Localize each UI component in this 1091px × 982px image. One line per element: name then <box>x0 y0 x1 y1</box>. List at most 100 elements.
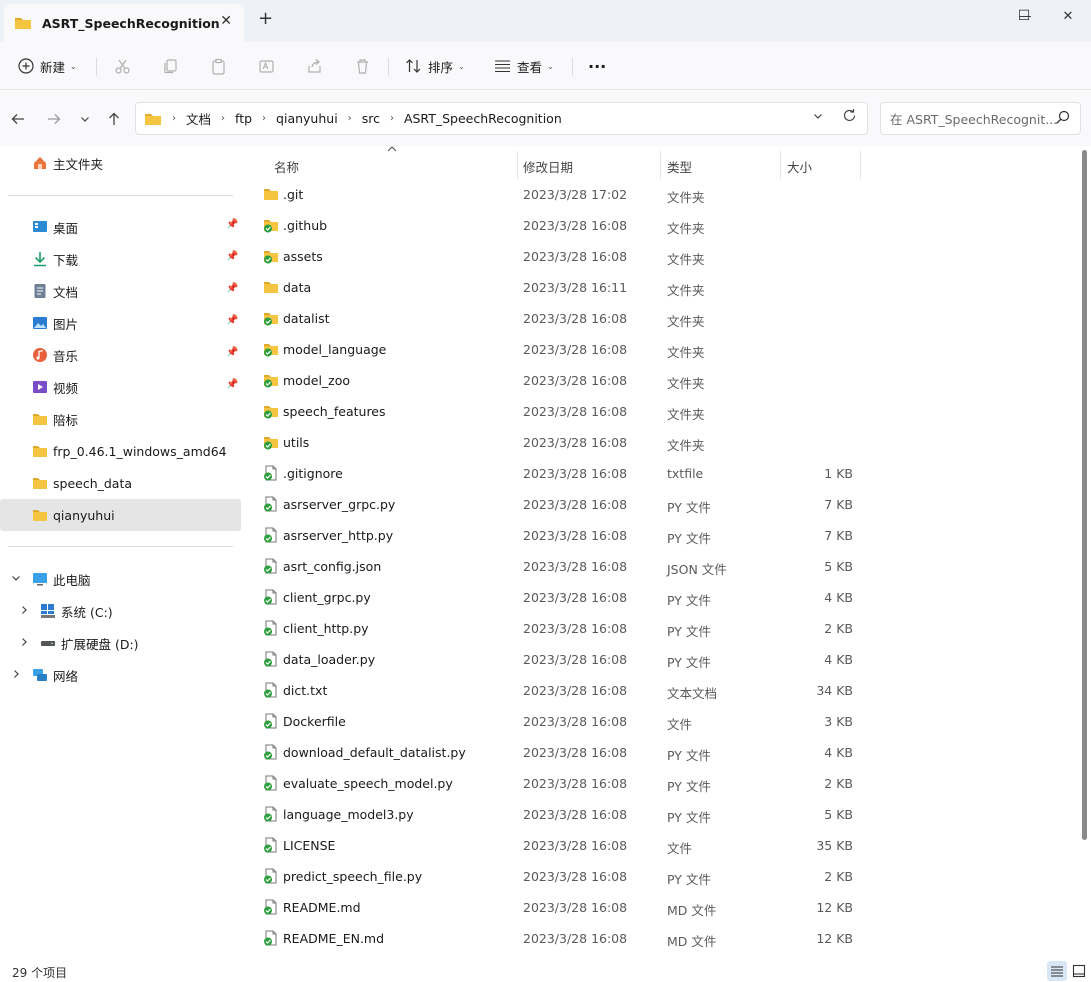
file-type: PY 文件 <box>667 810 711 825</box>
forward-button[interactable] <box>43 108 65 130</box>
chevron-down-icon[interactable] <box>11 573 21 586</box>
table-row[interactable]: README_EN.md 2023/3/28 16:08 MD 文件 12 KB <box>244 923 864 954</box>
column-header-date[interactable]: 修改日期 <box>523 151 573 181</box>
file-type: MD 文件 <box>667 934 717 949</box>
breadcrumb-documents[interactable]: 文档 <box>186 109 211 128</box>
table-row[interactable]: model_zoo 2023/3/28 16:08 文件夹 <box>244 365 864 396</box>
chevron-right-icon[interactable] <box>11 669 21 682</box>
table-row[interactable]: .github 2023/3/28 16:08 文件夹 <box>244 210 864 241</box>
table-row[interactable]: speech_features 2023/3/28 16:08 文件夹 <box>244 396 864 427</box>
table-row[interactable]: dict.txt 2023/3/28 16:08 文本文档 34 KB <box>244 675 864 706</box>
file-date: 2023/3/28 16:08 <box>523 311 628 326</box>
sidebar-item-folder-selected[interactable]: qianyuhui <box>0 499 241 531</box>
sidebar-item-drive-c[interactable]: 系统 (C:) <box>0 595 241 627</box>
table-row[interactable]: README.md 2023/3/28 16:08 MD 文件 12 KB <box>244 892 864 923</box>
table-row[interactable]: data_loader.py 2023/3/28 16:08 PY 文件 4 KB <box>244 644 864 675</box>
sidebar-item-folder[interactable]: frp_0.46.1_windows_amd64 <box>0 435 241 467</box>
rename-button[interactable] <box>258 52 275 80</box>
table-row[interactable]: LICENSE 2023/3/28 16:08 文件 35 KB <box>244 830 864 861</box>
table-row[interactable]: client_grpc.py 2023/3/28 16:08 PY 文件 4 KB <box>244 582 864 613</box>
more-options-button[interactable]: ··· <box>588 52 606 80</box>
breadcrumb-current[interactable]: ASRT_SpeechRecognition <box>404 111 562 126</box>
sort-button[interactable]: 排序 ⌄ <box>405 52 465 80</box>
sidebar-item-desktop[interactable]: 桌面 📌 <box>0 211 241 243</box>
sidebar-item-this-pc[interactable]: 此电脑 <box>0 563 241 595</box>
table-row[interactable]: language_model3.py 2023/3/28 16:08 PY 文件 5 … <box>244 799 864 830</box>
sidebar-item-label: qianyuhui <box>53 507 115 523</box>
file-size: 5 KB <box>824 807 853 822</box>
new-tab-button[interactable]: + <box>258 8 273 29</box>
breadcrumb-qianyuhui[interactable]: qianyuhui <box>276 111 338 126</box>
column-divider[interactable] <box>860 151 861 179</box>
column-header-type[interactable]: 类型 <box>667 151 692 181</box>
file-name: README.md <box>283 900 361 915</box>
sidebar-item-label: 音乐 <box>53 348 79 364</box>
file-type: 文件夹 <box>667 345 705 360</box>
copy-button[interactable] <box>162 52 179 80</box>
cut-button[interactable] <box>114 52 131 80</box>
recent-locations-button[interactable] <box>74 108 96 130</box>
table-row[interactable]: asrserver_http.py 2023/3/28 16:08 PY 文件 7 K… <box>244 520 864 551</box>
sidebar-item-folder[interactable]: 陪标 <box>0 403 241 435</box>
sidebar-item-home[interactable]: 主文件夹 <box>0 147 241 179</box>
sidebar-item-network[interactable]: 网络 <box>0 659 241 691</box>
table-row[interactable]: asrt_config.json 2023/3/28 16:08 JSON 文件 5 … <box>244 551 864 582</box>
address-bar[interactable]: › 文档 › ftp › qianyuhui › src › ASRT_Spee… <box>135 102 868 135</box>
sidebar-item-folder[interactable]: speech_data <box>0 467 241 499</box>
table-row[interactable]: download_default_datalist.py 2023/3/28 16… <box>244 737 864 768</box>
column-header-name[interactable]: 名称 <box>274 151 299 181</box>
column-divider[interactable] <box>517 151 518 179</box>
details-view-button[interactable] <box>1047 961 1067 981</box>
sidebar-item-drive-d[interactable]: 扩展硬盘 (D:) <box>0 627 241 659</box>
sidebar-item-documents[interactable]: 文档 📌 <box>0 275 241 307</box>
file-date: 2023/3/28 16:08 <box>523 714 628 729</box>
sidebar-item-videos[interactable]: 视频 📌 <box>0 371 241 403</box>
delete-button[interactable] <box>354 52 371 80</box>
table-row[interactable]: asrserver_grpc.py 2023/3/28 16:08 PY 文件 7 K… <box>244 489 864 520</box>
close-tab-icon[interactable]: ✕ <box>220 13 232 29</box>
table-row[interactable]: data 2023/3/28 16:11 文件夹 <box>244 272 864 303</box>
table-row[interactable]: utils 2023/3/28 16:08 文件夹 <box>244 427 864 458</box>
file-type: PY 文件 <box>667 531 711 546</box>
column-divider[interactable] <box>780 151 781 179</box>
search-input[interactable]: 在 ASRT_SpeechRecognit... <box>880 102 1081 135</box>
breadcrumb-ftp[interactable]: ftp <box>235 111 252 126</box>
navigation-row: › 文档 › ftp › qianyuhui › src › ASRT_Spee… <box>0 91 1091 146</box>
table-row[interactable]: .gitignore 2023/3/28 16:08 txtfile 1 KB <box>244 458 864 489</box>
address-dropdown-icon[interactable] <box>813 111 823 124</box>
close-window-button[interactable]: ✕ <box>1045 0 1091 32</box>
arrow-left-icon <box>11 114 24 124</box>
view-button[interactable]: 查看 ⌄ <box>494 52 554 80</box>
tiles-view-button[interactable] <box>1069 961 1089 981</box>
breadcrumb-src[interactable]: src <box>362 111 380 126</box>
table-row[interactable]: client_http.py 2023/3/28 16:08 PY 文件 2 KB <box>244 613 864 644</box>
table-row[interactable]: evaluate_speech_model.py 2023/3/28 16:08 P… <box>244 768 864 799</box>
sidebar-item-music[interactable]: 音乐 📌 <box>0 339 241 371</box>
table-row[interactable]: assets 2023/3/28 16:08 文件夹 <box>244 241 864 272</box>
share-button[interactable] <box>306 52 323 80</box>
pin-icon: 📌 <box>226 219 239 230</box>
tab-asrt[interactable]: ASRT_SpeechRecognition ✕ <box>4 4 244 42</box>
chevron-right-icon[interactable] <box>19 605 29 618</box>
table-row[interactable]: datalist 2023/3/28 16:08 文件夹 <box>244 303 864 334</box>
pin-icon: 📌 <box>226 251 239 262</box>
column-divider[interactable] <box>660 151 661 179</box>
maximize-button[interactable]: ☐ <box>1001 0 1047 32</box>
sidebar-item-downloads[interactable]: 下载 📌 <box>0 243 241 275</box>
refresh-icon[interactable] <box>842 108 857 127</box>
paste-button[interactable] <box>210 52 227 80</box>
sidebar-item-pictures[interactable]: 图片 📌 <box>0 307 241 339</box>
back-button[interactable] <box>7 108 29 130</box>
command-bar: 新建 ⌄ 排序 ⌄ 查看 ⌄ ··· <box>0 42 1091 90</box>
file-type: 文件夹 <box>667 438 705 453</box>
column-header-size[interactable]: 大小 <box>787 151 812 181</box>
table-row[interactable]: predict_speech_file.py 2023/3/28 16:08 PY … <box>244 861 864 892</box>
sidebar-item-label: 网络 <box>53 668 79 684</box>
chevron-right-icon[interactable] <box>19 637 29 650</box>
table-row[interactable]: Dockerfile 2023/3/28 16:08 文件 3 KB <box>244 706 864 737</box>
table-row[interactable]: .git 2023/3/28 17:02 文件夹 <box>244 179 864 210</box>
table-row[interactable]: model_language 2023/3/28 16:08 文件夹 <box>244 334 864 365</box>
up-button[interactable] <box>103 108 125 130</box>
new-button[interactable]: 新建 ⌄ <box>18 52 77 80</box>
vertical-scrollbar[interactable] <box>1082 150 1087 840</box>
